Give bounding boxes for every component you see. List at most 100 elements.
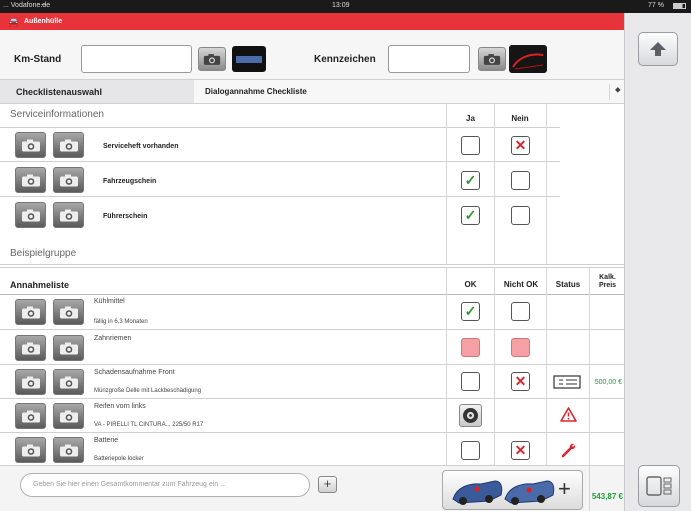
- col-price: Kalk. Preis: [598, 274, 617, 289]
- arrow-up-icon: [650, 42, 666, 56]
- not-ok-checkbox[interactable]: [511, 338, 530, 357]
- camera-icon: [59, 306, 78, 318]
- camera-button[interactable]: [53, 299, 84, 325]
- tire-button[interactable]: [459, 404, 482, 427]
- camera-button[interactable]: [15, 369, 46, 395]
- example-group-title: Beispielgruppe: [10, 248, 77, 259]
- service-item-name: Fahrzeugschein: [103, 178, 157, 185]
- col-no: Nein: [511, 114, 529, 123]
- camera-icon: [59, 139, 78, 151]
- ok-checkbox[interactable]: [461, 372, 480, 391]
- total-price: 543,87 €: [591, 492, 623, 501]
- panel-layout-icon: [646, 476, 672, 496]
- service-item-name: Führerschein: [103, 213, 148, 220]
- camera-icon: [21, 410, 40, 422]
- not-ok-checkbox[interactable]: ✕: [511, 441, 530, 460]
- wrench-icon[interactable]: [560, 441, 578, 459]
- camera-icon: [483, 53, 501, 65]
- cross-icon: ✕: [514, 373, 527, 389]
- item-subtitle: fällig in 6,3 Monaten: [94, 319, 148, 325]
- item-name: Schadensaufnahme Front: [94, 369, 175, 376]
- list-icon[interactable]: [553, 374, 583, 390]
- battery-label: 77 %: [648, 2, 664, 9]
- camera-button[interactable]: [15, 299, 46, 325]
- car-rear-icon: [512, 53, 544, 70]
- check-icon: ✓: [464, 303, 477, 319]
- col-ok: OK: [464, 280, 477, 289]
- camera-button[interactable]: [15, 167, 46, 193]
- car-icon: 🚘: [8, 17, 20, 27]
- camera-button[interactable]: [15, 437, 46, 463]
- no-checkbox[interactable]: ✕: [511, 136, 530, 155]
- yes-checkbox[interactable]: ✓: [461, 171, 480, 190]
- right-panel: [624, 13, 691, 511]
- car-diagram-icon: [452, 480, 555, 505]
- camera-icon: [21, 444, 40, 456]
- km-input[interactable]: [81, 45, 192, 73]
- select-arrows-icon[interactable]: ⬥: [615, 85, 621, 95]
- camera-button[interactable]: [53, 335, 84, 361]
- camera-icon: [21, 376, 40, 388]
- item-name: Reifen vorn links: [94, 403, 146, 410]
- item-name: Batterie: [94, 437, 119, 444]
- camera-button[interactable]: [15, 202, 46, 228]
- camera-icon: [59, 444, 78, 456]
- no-checkbox[interactable]: [511, 206, 530, 225]
- main-content: Km-Stand Kennzeichen Checklistenauswahl …: [0, 30, 624, 511]
- camera-button[interactable]: [53, 369, 84, 395]
- camera-icon: [21, 209, 40, 221]
- plus-icon: +: [323, 476, 332, 491]
- check-icon: ✓: [464, 172, 477, 188]
- ok-checkbox[interactable]: [461, 338, 480, 357]
- plate-input[interactable]: [388, 45, 470, 73]
- odometer-thumbnail[interactable]: [232, 46, 266, 72]
- km-camera-button[interactable]: [198, 47, 226, 71]
- no-checkbox[interactable]: [511, 171, 530, 190]
- status-bar: ... Vodafone.de ⌔ 13:09 77 %: [0, 0, 691, 13]
- camera-button[interactable]: [15, 403, 46, 429]
- scroll-up-button[interactable]: [638, 32, 678, 66]
- camera-icon: [203, 53, 221, 65]
- vehicle-damage-button[interactable]: +: [442, 470, 583, 510]
- camera-icon: [59, 410, 78, 422]
- header-title: Außenhülle: [24, 18, 63, 25]
- plus-icon: +: [558, 476, 571, 501]
- camera-button[interactable]: [53, 437, 84, 463]
- service-item-name: Serviceheft vorhanden: [103, 143, 179, 150]
- ok-checkbox[interactable]: ✓: [461, 302, 480, 321]
- camera-button[interactable]: [15, 132, 46, 158]
- ok-checkbox[interactable]: [461, 441, 480, 460]
- camera-icon: [21, 139, 40, 151]
- km-label: Km-Stand: [14, 54, 62, 65]
- checklist-label: Checklistenauswahl: [16, 87, 103, 97]
- tire-icon: [463, 408, 478, 423]
- item-subtitle: Münzgroße Delle mit Lackbeschädigung: [94, 388, 202, 394]
- annahme-title: Annahmeliste: [10, 280, 70, 290]
- not-ok-checkbox[interactable]: [511, 302, 530, 321]
- not-ok-checkbox[interactable]: ✕: [511, 372, 530, 391]
- camera-button[interactable]: [53, 403, 84, 429]
- add-comment-button[interactable]: +: [318, 476, 337, 493]
- clock: 13:09: [332, 2, 350, 9]
- plate-thumbnail[interactable]: [509, 45, 547, 73]
- yes-checkbox[interactable]: ✓: [461, 206, 480, 225]
- camera-icon: [21, 174, 40, 186]
- view-toggle-button[interactable]: [638, 465, 680, 507]
- camera-icon: [59, 174, 78, 186]
- camera-button[interactable]: [53, 202, 84, 228]
- camera-button[interactable]: [15, 335, 46, 361]
- comment-field[interactable]: Geben Sie hier einen Gesamtkommentar zum…: [20, 473, 310, 497]
- col-status: Status: [555, 280, 581, 289]
- plate-camera-button[interactable]: [478, 47, 506, 71]
- camera-button[interactable]: [53, 132, 84, 158]
- warning-icon[interactable]: [560, 407, 577, 422]
- col-not-ok: Nicht OK: [503, 280, 539, 289]
- odometer-display-icon: [236, 55, 262, 63]
- camera-icon: [59, 209, 78, 221]
- camera-icon: [59, 376, 78, 388]
- yes-checkbox[interactable]: [461, 136, 480, 155]
- check-icon: ✓: [464, 207, 477, 223]
- camera-button[interactable]: [53, 167, 84, 193]
- cross-icon: ✕: [514, 137, 527, 153]
- wifi-icon: ⌔: [40, 2, 48, 11]
